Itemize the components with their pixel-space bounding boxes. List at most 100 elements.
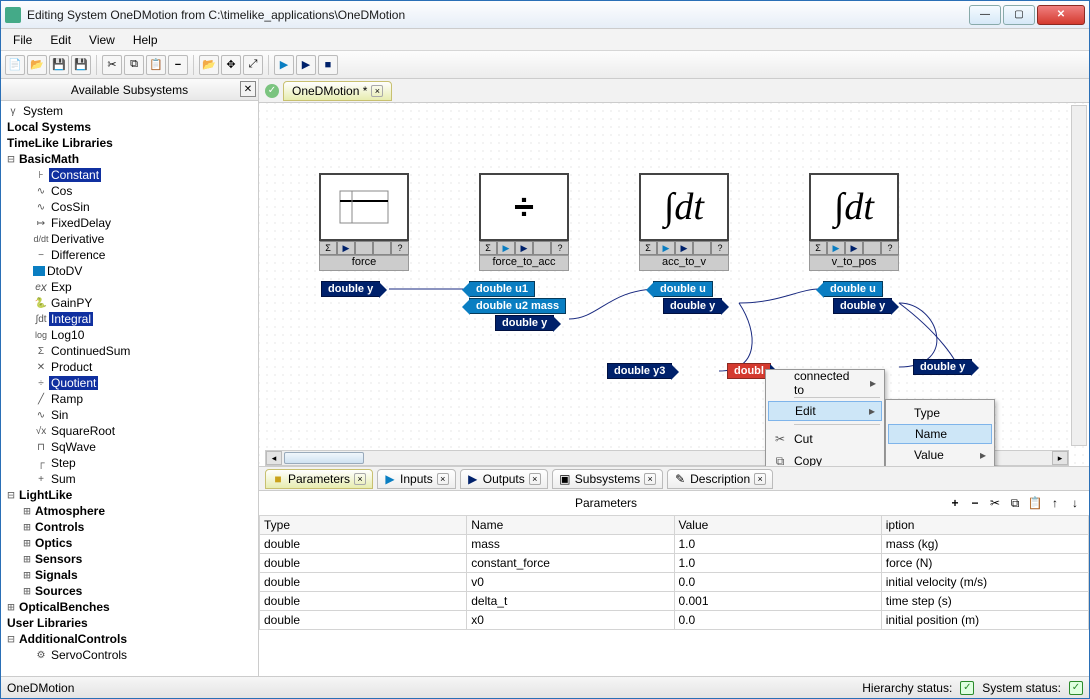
remove-icon[interactable]: − [967,495,983,511]
cell-name[interactable]: mass [467,535,674,554]
port-vtp-out[interactable]: double y [833,298,892,314]
save-icon[interactable]: 💾 [49,55,69,75]
cell-value[interactable]: 0.0 [674,573,881,592]
copy-icon[interactable]: ⧉ [124,55,144,75]
ctx-edit-value[interactable]: Value▸ [888,444,992,466]
cell-type[interactable]: double [260,554,467,573]
bring-front-icon[interactable]: 📂 [199,55,219,75]
tree-integral[interactable]: Integral [49,312,93,326]
port-loose-y3[interactable]: double y3 [607,363,672,379]
open-icon[interactable]: 📂 [27,55,47,75]
tree-gainpy[interactable]: GainPY [49,296,94,310]
subsystem-tree[interactable]: γSystem Local Systems TimeLike Libraries… [1,101,258,676]
tree-sum[interactable]: Sum [49,472,78,486]
cut-icon[interactable]: ✂ [987,495,1003,511]
cell-value[interactable]: 0.001 [674,592,881,611]
block-v-to-pos[interactable]: ∫dt Σ▶▶? v_to_pos [809,173,899,271]
col-desc[interactable]: iption [881,516,1088,535]
tree-opticalbenches[interactable]: OpticalBenches [17,600,112,614]
tab-close-icon[interactable]: × [371,85,383,97]
tree-basicmath[interactable]: BasicMath [17,152,81,166]
cell-name[interactable]: x0 [467,611,674,630]
tree-log10[interactable]: Log10 [49,328,86,342]
cell-desc[interactable]: time step (s) [881,592,1088,611]
pane-close-icon[interactable]: ✕ [240,81,256,97]
tree-derivative[interactable]: Derivative [49,232,106,246]
col-name[interactable]: Name [467,516,674,535]
tree-sin[interactable]: Sin [49,408,70,422]
cell-name[interactable]: v0 [467,573,674,592]
tree-signals[interactable]: Signals [33,568,80,582]
paste-icon[interactable]: 📋 [146,55,166,75]
saveall-icon[interactable]: 💾 [71,55,91,75]
expand-icon[interactable]: ⤢ [243,55,263,75]
cell-value[interactable]: 1.0 [674,535,881,554]
cell-type[interactable]: double [260,611,467,630]
collapse-icon[interactable]: ✥ [221,55,241,75]
tree-sources[interactable]: Sources [33,584,84,598]
tree-sensors[interactable]: Sensors [33,552,84,566]
cut-icon[interactable]: ✂ [102,55,122,75]
col-type[interactable]: Type [260,516,467,535]
tree-constant[interactable]: Constant [49,168,101,182]
ctx-cut[interactable]: ✂Cut [768,428,882,450]
cell-name[interactable]: delta_t [467,592,674,611]
tab-outputs[interactable]: ▶Outputs× [460,469,548,489]
tree-dtodv[interactable]: DtoDV [45,264,84,278]
add-icon[interactable]: + [947,495,963,511]
diagram-canvas[interactable]: Σ▶? force double y ÷ Σ▶▶? force_to_acc d… [259,103,1089,466]
col-value[interactable]: Value [674,516,881,535]
tree-timelike[interactable]: TimeLike Libraries [5,136,115,150]
port-fta-out[interactable]: double y [495,315,554,331]
sigma-icon[interactable]: Σ [319,241,337,255]
table-row[interactable]: doublex00.0initial position (m) [260,611,1089,630]
port-atv-out[interactable]: double y [663,298,722,314]
minimize-button[interactable]: — [969,5,1001,25]
table-row[interactable]: doublemass1.0mass (kg) [260,535,1089,554]
tree-sqrt[interactable]: SquareRoot [49,424,117,438]
tree-addlctrls[interactable]: AdditionalControls [17,632,129,646]
scroll-left-icon[interactable]: ◂ [266,451,282,465]
tree-exp[interactable]: Exp [49,280,74,294]
cell-type[interactable]: double [260,535,467,554]
tree-optics[interactable]: Optics [33,536,74,550]
menu-file[interactable]: File [5,31,40,49]
maximize-button[interactable]: ▢ [1003,5,1035,25]
menu-view[interactable]: View [81,31,123,49]
port-loose-y[interactable]: double y [913,359,972,375]
close-button[interactable]: ✕ [1037,5,1085,25]
tree-quotient[interactable]: Quotient [49,376,98,390]
tree-step[interactable]: Step [49,456,78,470]
tree-cos[interactable]: Cos [49,184,74,198]
tree-atmosphere[interactable]: Atmosphere [33,504,107,518]
cell-desc[interactable]: initial position (m) [881,611,1088,630]
ctx-copy[interactable]: ⧉Copy [768,450,882,466]
menu-help[interactable]: Help [125,31,166,49]
cell-desc[interactable]: mass (kg) [881,535,1088,554]
help-icon[interactable]: ? [391,241,409,255]
menu-edit[interactable]: Edit [42,31,79,49]
ctx-connected-to[interactable]: connected to▸ [768,372,882,394]
tab-inputs[interactable]: ▶Inputs× [377,469,456,489]
ctx-edit[interactable]: Edit▸ [768,401,882,421]
tab-description[interactable]: ✎Description× [667,469,773,489]
remove-icon[interactable]: − [168,55,188,75]
tree-local-systems[interactable]: Local Systems [5,120,93,134]
tree-system[interactable]: System [21,104,65,118]
parameters-table[interactable]: Type Name Value iption doublemass1.0mass… [259,515,1089,630]
hscroll-thumb[interactable] [284,452,364,464]
tree-userlibs[interactable]: User Libraries [5,616,90,630]
tree-fixeddelay[interactable]: FixedDelay [49,216,113,230]
cell-value[interactable]: 0.0 [674,611,881,630]
tree-product[interactable]: Product [49,360,94,374]
move-up-icon[interactable]: ↑ [1047,495,1063,511]
tree-twisty[interactable]: ⊟ [5,152,17,166]
tree-difference[interactable]: Difference [49,248,107,262]
move-down-icon[interactable]: ↓ [1067,495,1083,511]
port-fta-in1[interactable]: double u1 [469,281,535,297]
cell-value[interactable]: 1.0 [674,554,881,573]
tree-cossin[interactable]: CosSin [49,200,92,214]
tree-lightlike[interactable]: LightLike [17,488,74,502]
cell-type[interactable]: double [260,573,467,592]
tab-close-icon[interactable]: × [354,473,366,485]
